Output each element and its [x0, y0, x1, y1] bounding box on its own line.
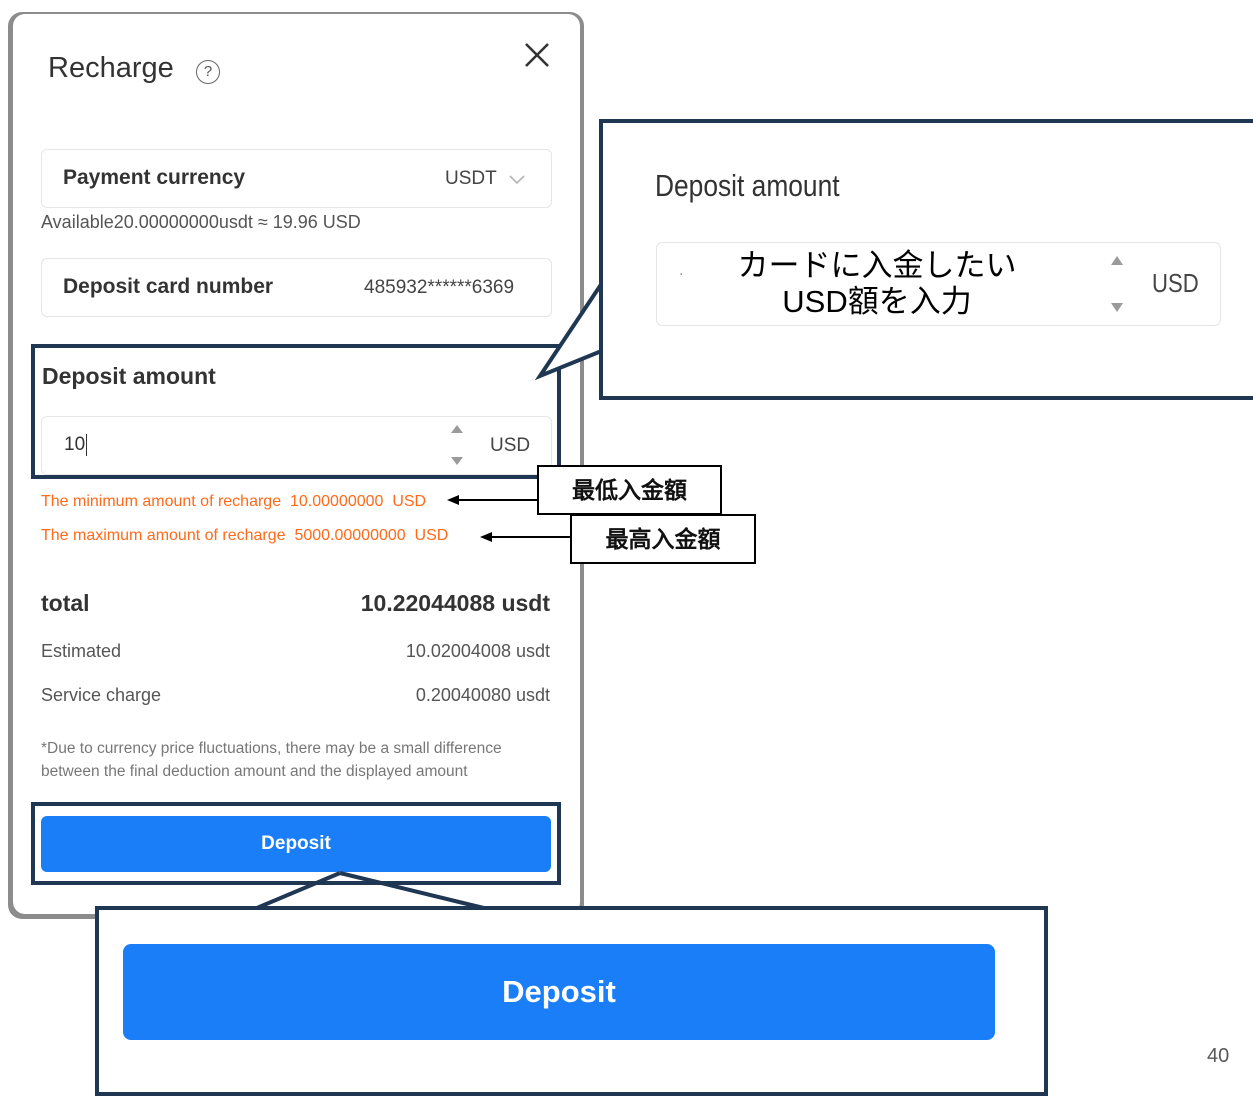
- max-amount-tag: 最高入金額: [570, 514, 756, 564]
- callout-input-dot: .: [679, 262, 684, 279]
- callout-instruction-line1: カードに入金したい: [737, 248, 1017, 283]
- callout-instruction: カードに入金したい USD額を入力: [716, 248, 1038, 320]
- callout-instruction-line2: USD額を入力: [782, 284, 972, 319]
- callout-unit: USD: [1152, 268, 1199, 298]
- page-number: 40: [1207, 1045, 1230, 1067]
- min-amount-tag: 最低入金額: [537, 465, 722, 515]
- callout-deposit-amount-label: Deposit amount: [655, 168, 840, 203]
- callout-stepper-icon: [1111, 256, 1123, 312]
- callout-deposit-button: Deposit: [123, 944, 995, 1040]
